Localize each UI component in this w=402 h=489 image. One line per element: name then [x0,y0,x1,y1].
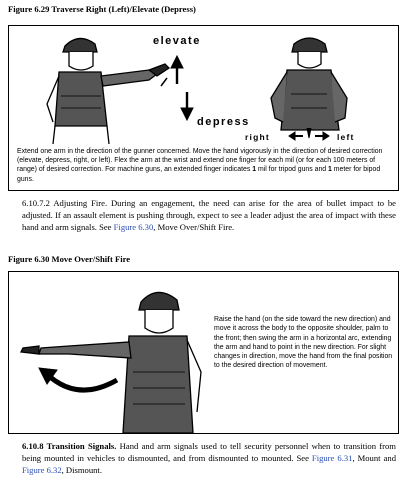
figure-6-30-caption: Raise the hand (on the side toward the n… [214,316,393,370]
depress-label: depress [197,116,250,128]
paragraph-6-10-7-2: 6.10.7.2 Adjusting Fire. During an engag… [22,197,396,233]
paragraph-text-end: , Dismount. [61,465,102,475]
paragraph-heading: 6.10.8 Transition Signals. [22,441,117,451]
caption-text-b: mil for tripod guns and [256,166,329,174]
paragraph-text-mid: , Mount and [352,453,396,463]
paragraph-text-end: , Move Over/Shift Fire. [153,222,235,232]
soldier-shift-fire-figure [20,291,202,433]
figure-6-32-link[interactable]: Figure 6.32 [22,465,62,475]
figure-6-30-title: Figure 6.30 Move Over/Shift Fire [8,254,131,264]
figure-6-29-box: elevate depress right left Extend one ar… [8,25,399,191]
figure-6-29-caption: Extend one arm in the direction of the g… [17,147,391,184]
left-label: left [337,132,355,142]
figure-6-31-link[interactable]: Figure 6.31 [312,453,353,463]
figure-6-29-title: Figure 6.29 Traverse Right (Left)/Elevat… [8,4,196,14]
swing-arc-arrow [38,367,119,393]
elevate-label: elevate [153,35,201,47]
paragraph-6-10-8: 6.10.8 Transition Signals. Hand and arm … [22,440,396,476]
soldier-pointing-figure [46,37,171,144]
soldier-traverse-figure [270,37,348,131]
traverse-elevate-illustration: elevate depress right left [46,35,355,144]
right-label: right [245,132,270,142]
figure-6-30-box: Raise the hand (on the side toward the n… [8,271,399,434]
figure-6-30-link[interactable]: Figure 6.30 [114,222,154,232]
shift-fire-illustration [20,291,202,433]
